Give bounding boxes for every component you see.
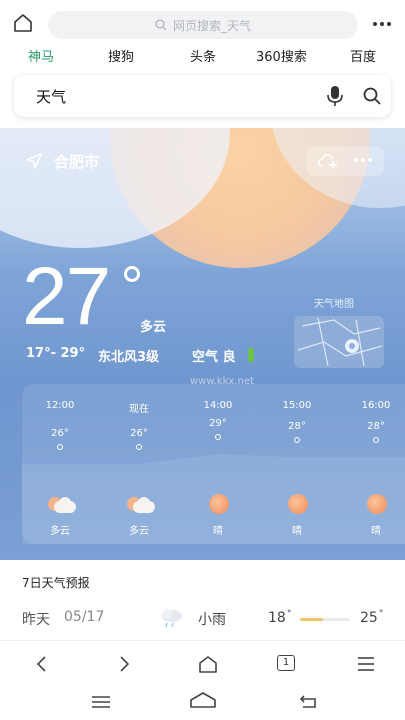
sunny-icon — [206, 492, 232, 514]
home-icon[interactable] — [12, 12, 34, 34]
sunny-icon — [285, 492, 311, 514]
city-name: 合肥市 — [54, 152, 100, 171]
hour-temperature-dot — [57, 444, 63, 450]
wind-info: 东北风3级 — [98, 350, 160, 365]
forecast-low: 18° — [268, 609, 292, 626]
hour-temperature: 28° — [367, 421, 385, 433]
hour-condition: 晴 — [371, 526, 381, 537]
tab-count: 1 — [277, 655, 295, 671]
hour-column: 现在 26° 多云 — [109, 384, 169, 544]
forecast-title: 7日天气预报 — [22, 576, 90, 590]
hour-condition: 晴 — [292, 526, 302, 537]
tabs-button[interactable]: 1 — [277, 655, 301, 677]
hour-temperature-dot — [294, 437, 300, 444]
forecast-row[interactable]: 昨天 05/17 小雨 18° 25° — [0, 602, 405, 632]
light-rain-icon — [158, 608, 186, 628]
hour-column: 12:00 26° 多云 — [30, 384, 90, 544]
hour-condition: 多云 — [50, 526, 70, 537]
browser-top-bar: 网页搜索_天气 — [0, 0, 405, 44]
weather-map-label: 天气地图 — [314, 299, 354, 310]
address-bar[interactable]: 网页搜索_天气 — [48, 11, 358, 39]
hour-temperature-dot — [373, 437, 379, 444]
current-temperature: 27 — [22, 251, 111, 342]
forecast-temp-bar — [300, 618, 350, 621]
hour-time: 现在 — [129, 404, 149, 415]
location-row[interactable]: 合肥市 — [26, 150, 99, 172]
weather-actions — [306, 146, 384, 176]
hour-column: 16:00 28° 晴 — [346, 384, 405, 544]
engine-tab-baidu[interactable]: 百度 — [350, 46, 376, 65]
more-menu-icon[interactable] — [368, 14, 396, 34]
air-quality-badge — [248, 348, 254, 362]
hour-time: 16:00 — [361, 400, 391, 411]
search-engine-tabs: 神马 搜狗 头条 360搜索 百度 — [0, 44, 405, 66]
engine-tab-360[interactable]: 360搜索 — [256, 46, 307, 65]
forecast-high: 25° — [360, 609, 384, 626]
hour-time: 14:00 — [203, 400, 233, 411]
sunny-icon — [364, 492, 390, 514]
more-icon[interactable] — [354, 158, 372, 162]
search-icon — [155, 19, 167, 31]
engine-tab-shenma[interactable]: 神马 — [28, 46, 54, 65]
search-box[interactable]: 天气 — [14, 75, 391, 117]
system-nav-bar — [0, 684, 405, 720]
hour-condition: 多云 — [129, 526, 149, 537]
browser-nav-bar: 1 — [0, 640, 405, 684]
forecast-date: 05/17 — [64, 609, 105, 625]
menu-icon[interactable] — [354, 653, 378, 675]
hour-temperature: 26° — [130, 428, 148, 439]
system-home-icon[interactable] — [188, 690, 218, 714]
hour-condition: 晴 — [213, 526, 223, 537]
hour-time: 15:00 — [282, 400, 312, 411]
hour-temperature: 29° — [209, 418, 227, 429]
degree-symbol — [124, 266, 140, 282]
current-condition: 多云 — [140, 320, 167, 335]
home-icon[interactable] — [196, 653, 220, 675]
back-icon[interactable] — [30, 653, 54, 675]
hour-temperature-dot — [136, 444, 142, 450]
hour-column: 14:00 29° 晴 — [188, 384, 248, 544]
system-back-icon[interactable] — [298, 692, 320, 714]
hour-column: 15:00 28° 晴 — [267, 384, 327, 544]
recent-apps-icon[interactable] — [90, 694, 112, 714]
air-quality[interactable]: 空气 良 — [192, 346, 236, 365]
partly-cloudy-icon — [127, 492, 155, 514]
forecast-condition: 小雨 — [198, 612, 226, 628]
temperature-range: 17°- 29° — [26, 346, 86, 361]
hour-time: 12:00 — [45, 400, 75, 411]
hour-temperature-dot — [215, 434, 221, 440]
forward-icon[interactable] — [112, 653, 136, 675]
hourly-forecast[interactable]: 12:00 26° 多云 现在 26° 多云 14:00 29° 晴 15:00… — [22, 384, 405, 544]
engine-tab-toutiao[interactable]: 头条 — [190, 46, 216, 65]
address-bar-text: 网页搜索_天气 — [172, 18, 251, 33]
search-icon[interactable] — [362, 86, 382, 110]
hour-temperature: 26° — [51, 428, 69, 439]
weather-map-thumbnail[interactable] — [294, 316, 384, 368]
engine-tab-sogou[interactable]: 搜狗 — [108, 46, 134, 65]
share-icon[interactable] — [318, 152, 338, 174]
location-arrow-icon — [26, 153, 42, 169]
microphone-icon[interactable] — [326, 85, 344, 111]
partly-cloudy-icon — [48, 492, 76, 514]
search-query[interactable]: 天气 — [36, 86, 66, 107]
hour-temperature: 28° — [288, 421, 306, 433]
forecast-day: 昨天 — [22, 612, 50, 628]
weather-card[interactable]: 合肥市 27 多云 17°- 29° 东北风3级 空气 良 天气地图 www.k… — [0, 128, 405, 560]
